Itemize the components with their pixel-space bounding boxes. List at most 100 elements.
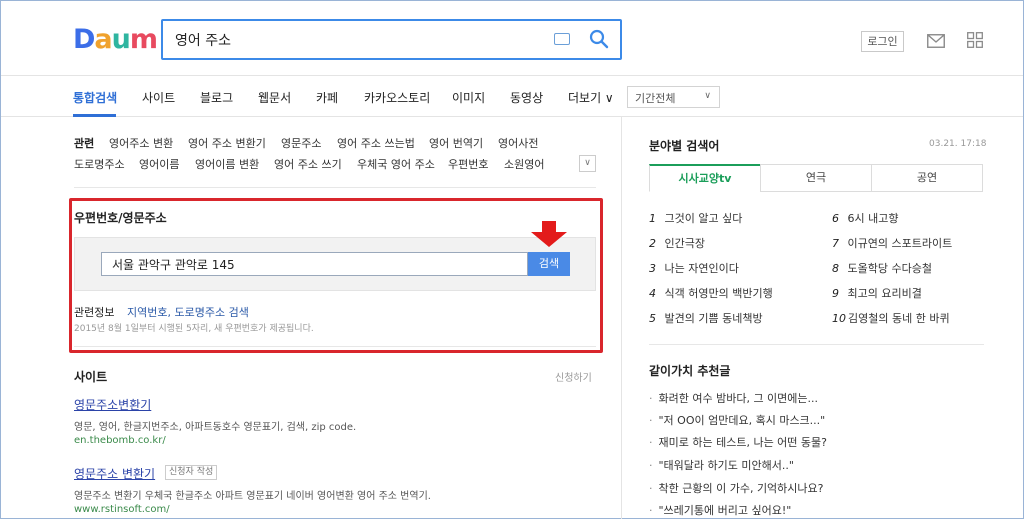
rank-number: 3: [649, 262, 656, 275]
rank-number: 4: [649, 287, 656, 300]
tab-webdoc[interactable]: 웹문서: [258, 89, 291, 106]
related-link[interactable]: 영어 번역기: [429, 135, 483, 151]
rank-keyword: 이규연의 스포트라이트: [847, 237, 953, 250]
rank-item[interactable]: 10 김영철의 동네 한 바퀴: [832, 310, 950, 326]
recommendation-item[interactable]: "태워달라 하기도 미안해서..": [649, 457, 794, 473]
rank-number: 5: [649, 312, 656, 325]
rank-item[interactable]: 9 최고의 요리비결: [832, 285, 922, 301]
tab-kakaostory[interactable]: 카카오스토리: [364, 89, 430, 106]
result-title[interactable]: 영문주소변환기: [74, 396, 151, 413]
related-link[interactable]: 영어이름: [139, 156, 179, 172]
rank-keyword: 나는 자연인이다: [664, 262, 739, 275]
tab-video[interactable]: 동영상: [510, 89, 543, 106]
related-info-label: 관련정보: [74, 306, 115, 319]
rank-number: 10: [832, 312, 846, 325]
rank-item[interactable]: 1 그것이 알고 싶다: [649, 210, 742, 226]
tab-performance[interactable]: 공연: [871, 164, 983, 192]
header: Daum 로그인: [1, 1, 1023, 76]
category-keywords-title: 분야별 검색어: [649, 139, 720, 153]
chevron-down-icon: ∨: [704, 91, 711, 101]
tab-site[interactable]: 사이트: [142, 89, 175, 106]
rank-keyword: 인간극장: [664, 237, 705, 250]
postal-search-button[interactable]: 검색: [528, 252, 570, 276]
result-title[interactable]: 영문주소 변환기: [74, 465, 155, 482]
period-select-value: 기간전체: [635, 92, 676, 105]
rank-item[interactable]: 3 나는 자연인이다: [649, 260, 739, 276]
divider: [649, 344, 984, 345]
related-info-links[interactable]: 지역번호, 도로명주소 검색: [127, 304, 249, 320]
related-link[interactable]: 우편번호: [448, 156, 488, 172]
result-url[interactable]: en.thebomb.co.kr/: [74, 435, 166, 446]
rank-item[interactable]: 8 도올학당 수다승철: [832, 260, 932, 276]
rank-number: 8: [832, 262, 839, 275]
rank-item[interactable]: 2 인간극장: [649, 235, 705, 251]
search-icon[interactable]: [589, 29, 609, 49]
related-link[interactable]: 영어 주소 쓰는법: [337, 135, 415, 151]
tab-more[interactable]: 더보기 ∨: [568, 89, 614, 106]
arrow-down-icon: [531, 221, 567, 247]
active-tab-indicator: [73, 114, 116, 117]
app-grid-icon[interactable]: [967, 32, 983, 48]
rank-number: 6: [832, 212, 839, 225]
related-link[interactable]: 영어 주소 쓰기: [274, 156, 342, 172]
related-link[interactable]: 도로명주소: [74, 156, 125, 172]
tab-all[interactable]: 통합검색: [73, 89, 117, 106]
postal-search-input[interactable]: [101, 252, 528, 276]
rank-item[interactable]: 6 6시 내고향: [832, 210, 898, 226]
keyboard-icon[interactable]: [554, 33, 570, 45]
column-divider: [621, 117, 622, 519]
tab-image[interactable]: 이미지: [452, 89, 485, 106]
related-link[interactable]: 영어이름 변환: [195, 156, 259, 172]
rank-keyword: 그것이 알고 싶다: [664, 212, 743, 225]
recommendation-item[interactable]: "저 OO이 엄만데요, 혹시 마스크...": [649, 412, 826, 428]
related-link[interactable]: 소원영어: [504, 156, 544, 172]
site-apply-link[interactable]: 신청하기: [555, 369, 592, 384]
recommendation-item[interactable]: "쓰레기통에 버리고 싶어요!": [649, 502, 792, 518]
postal-description: 2015년 8월 1일부터 시행된 5자리, 새 우편번호가 제공됩니다.: [74, 324, 314, 334]
tab-cafe[interactable]: 카페: [316, 89, 338, 106]
logo-letter: a: [94, 24, 112, 55]
rank-item[interactable]: 5 발견의 기쁨 동네책방: [649, 310, 763, 326]
result-description: 영문, 영어, 한글지번주소, 아파트동호수 영문표기, 검색, zip cod…: [74, 422, 357, 433]
search-input[interactable]: [175, 29, 535, 51]
period-select[interactable]: 기간전체 ∨: [627, 86, 720, 108]
result-url[interactable]: www.rstinsoft.com/: [74, 504, 170, 515]
search-box: [161, 19, 622, 60]
related-link[interactable]: 영어 주소 변환기: [188, 135, 266, 151]
site-section-title: 사이트: [74, 370, 108, 384]
rank-keyword: 도올학당 수다승철: [847, 262, 932, 275]
related-link[interactable]: 우체국 영어 주소: [357, 156, 435, 172]
rank-number: 2: [649, 237, 656, 250]
related-link[interactable]: 영어사전: [498, 135, 538, 151]
daum-logo[interactable]: Daum: [73, 24, 158, 55]
rank-item[interactable]: 4 식객 허영만의 백반기행: [649, 285, 773, 301]
tab-theater[interactable]: 연극: [760, 164, 872, 192]
divider: [74, 187, 596, 188]
search-tabs: 통합검색 사이트 블로그 웹문서 카페 카카오스토리 이미지 동영상 더보기 ∨…: [1, 77, 1023, 117]
rank-keyword: 6시 내고향: [847, 212, 899, 225]
chevron-down-icon[interactable]: ∨: [579, 155, 596, 172]
postal-title: 우편번호/영문주소: [74, 211, 167, 225]
logo-letter: D: [73, 24, 95, 55]
keywords-timestamp: 03.21. 17:18: [929, 139, 987, 149]
result-tag: 신청자 작성: [165, 465, 218, 480]
mail-icon[interactable]: [927, 34, 945, 48]
recommendation-item[interactable]: 화려한 여수 밤바다, 그 이면에는...: [649, 390, 819, 406]
recommendation-title: 같이가치 추천글: [649, 364, 731, 378]
rank-keyword: 발견의 기쁨 동네책방: [664, 312, 763, 325]
logo-letter: m: [129, 24, 158, 55]
recommendation-item[interactable]: 재미로 하는 테스트, 나는 어떤 동물?: [649, 434, 828, 450]
tab-culture-tv[interactable]: 시사교양tv: [649, 164, 761, 192]
tab-blog[interactable]: 블로그: [200, 89, 233, 106]
recommendation-item[interactable]: 착한 근황의 이 가수, 기억하시나요?: [649, 480, 824, 496]
rank-number: 9: [832, 287, 839, 300]
login-button[interactable]: 로그인: [861, 31, 904, 52]
rank-number: 7: [832, 237, 839, 250]
logo-letter: u: [111, 24, 131, 55]
related-link[interactable]: 영어주소 변환: [109, 135, 173, 151]
divider: [74, 346, 596, 347]
related-title: 관련: [74, 137, 95, 150]
rank-item[interactable]: 7 이규연의 스포트라이트: [832, 235, 952, 251]
related-link[interactable]: 영문주소: [281, 135, 321, 151]
rank-keyword: 김영철의 동네 한 바퀴: [848, 312, 950, 325]
